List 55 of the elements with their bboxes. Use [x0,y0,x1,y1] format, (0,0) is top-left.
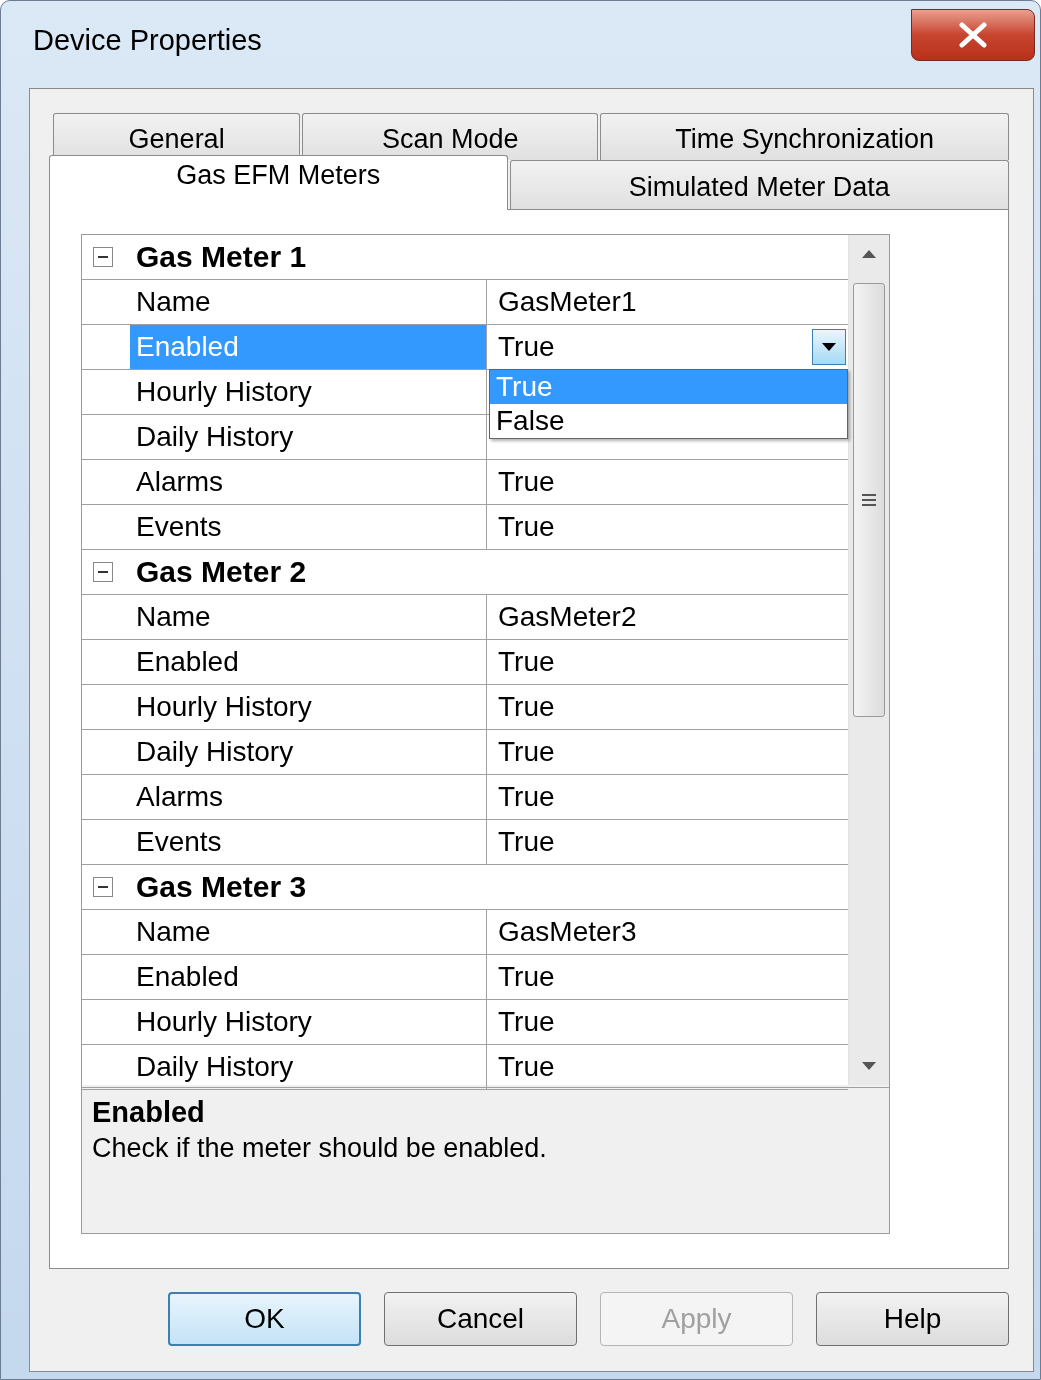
property-name[interactable]: Hourly History [130,1000,487,1044]
tab[interactable]: Simulated Meter Data [509,160,1009,209]
property-name[interactable]: Alarms [130,775,487,819]
close-icon [958,22,988,48]
group-title: Gas Meter 3 [136,870,307,904]
property-value: True [498,781,555,813]
property-name[interactable]: Name [130,280,487,324]
dialog-button[interactable]: Help [816,1292,1009,1346]
group-title: Gas Meter 1 [136,240,307,274]
group-title: Gas Meter 2 [136,555,307,589]
property-name[interactable]: Daily History [130,730,487,774]
property-value: True [498,511,555,543]
tab[interactable]: Scan Mode [302,113,599,160]
property-name[interactable]: Alarms [130,460,487,504]
property-name[interactable]: Name [130,910,487,954]
property-value: True [498,961,555,993]
property-name[interactable]: Events [130,820,487,864]
property-value: True [498,826,555,858]
property-name[interactable]: Daily History [130,415,487,459]
property-value: True [498,466,555,498]
scrollbar[interactable] [848,235,889,1085]
collapse-icon[interactable] [93,247,113,267]
close-button[interactable] [911,9,1035,61]
property-name[interactable]: Events [130,505,487,549]
property-value: True [498,691,555,723]
caret-icon [821,342,837,352]
window-title: Device Properties [33,24,262,57]
scroll-up-icon[interactable] [861,249,877,259]
description-text: Check if the meter should be enabled. [92,1133,548,1164]
scroll-thumb[interactable] [853,283,885,717]
collapse-icon[interactable] [93,562,113,582]
property-name[interactable]: Enabled [130,955,487,999]
dialog-button[interactable]: Cancel [384,1292,577,1346]
property-value: GasMeter1 [498,286,637,318]
property-name[interactable]: Hourly History [130,370,487,414]
property-value: True [498,736,555,768]
property-value: GasMeter2 [498,601,637,633]
dropdown-option[interactable]: False [490,404,847,438]
property-value: True [498,646,555,678]
tab[interactable]: Time Synchronization [600,113,1009,160]
property-name[interactable]: Name [130,595,487,639]
property-name[interactable]: Enabled [130,640,487,684]
property-value: True [498,1006,555,1038]
property-name[interactable]: Daily History [130,1045,487,1089]
collapse-icon[interactable] [93,877,113,897]
property-value: True [498,1051,555,1083]
property-value: GasMeter3 [498,916,637,948]
scroll-down-icon[interactable] [861,1061,877,1071]
property-name[interactable]: Hourly History [130,685,487,729]
description-title: Enabled [92,1096,206,1129]
tab[interactable]: Gas EFM Meters [49,155,508,210]
dialog-button[interactable]: OK [168,1292,361,1346]
grip-icon [861,493,877,507]
dropdown-button[interactable] [812,329,846,365]
property-value: True [498,331,555,363]
